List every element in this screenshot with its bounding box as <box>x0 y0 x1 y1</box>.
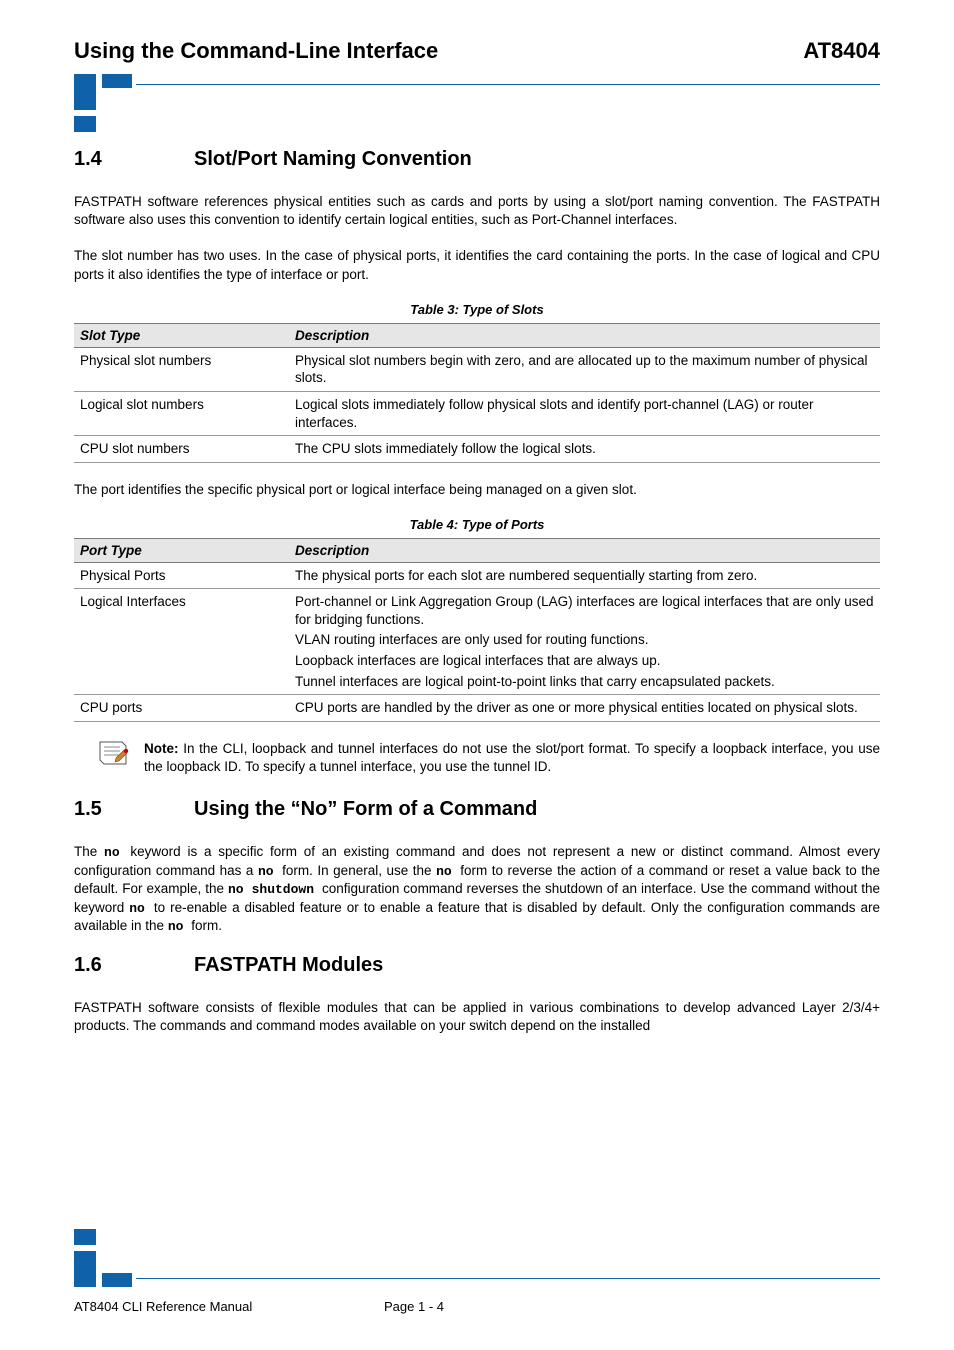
brand-logo-icon <box>74 1229 132 1287</box>
slot-type-cell: Physical slot numbers <box>74 347 289 391</box>
description-cell: Port-channel or Link Aggregation Group (… <box>289 589 880 695</box>
body-paragraph: The slot number has two uses. In the cas… <box>74 247 880 283</box>
description-cell: The physical ports for each slot are num… <box>289 562 880 589</box>
footer-rule <box>136 1278 880 1279</box>
section-title: FASTPATH Modules <box>194 954 383 977</box>
body-paragraph: FASTPATH software consists of flexible m… <box>74 999 880 1035</box>
table-row: CPU slot numbersThe CPU slots immediatel… <box>74 436 880 463</box>
table-header: Port Type <box>74 538 289 562</box>
table-row: Physical slot numbersPhysical slot numbe… <box>74 347 880 391</box>
description-cell: Logical slots immediately follow physica… <box>289 391 880 435</box>
keyword-no: no <box>168 919 191 934</box>
slots-table: Slot Type Description Physical slot numb… <box>74 323 880 463</box>
section-heading-1-4: 1.4 Slot/Port Naming Convention <box>74 148 880 171</box>
note-block: Note: In the CLI, loopback and tunnel in… <box>96 740 880 776</box>
section-heading-1-6: 1.6 FASTPATH Modules <box>74 954 880 977</box>
description-cell: The CPU slots immediately follow the log… <box>289 436 880 463</box>
keyword-no-shutdown: no shutdown <box>228 882 322 897</box>
table-header: Slot Type <box>74 323 289 347</box>
note-icon <box>96 740 130 770</box>
body-paragraph: FASTPATH software references physical en… <box>74 193 880 229</box>
header-logo-area <box>74 74 880 136</box>
keyword-no: no <box>436 864 460 879</box>
keyword-no: no <box>258 864 282 879</box>
table-header: Description <box>289 323 880 347</box>
header-rule <box>136 84 880 85</box>
note-label: Note: <box>144 741 179 756</box>
footer-logo-area <box>74 1229 880 1289</box>
note-text: Note: In the CLI, loopback and tunnel in… <box>144 740 880 776</box>
keyword-no: no <box>104 845 130 860</box>
port-type-cell: Logical Interfaces <box>74 589 289 695</box>
table-row: Physical PortsThe physical ports for eac… <box>74 562 880 589</box>
table-row: CPU portsCPU ports are handled by the dr… <box>74 695 880 722</box>
table-caption: Table 4: Type of Ports <box>74 517 880 532</box>
slot-type-cell: CPU slot numbers <box>74 436 289 463</box>
chapter-title: Using the Command-Line Interface <box>74 38 438 64</box>
footer-page-number: Page 1 - 4 <box>384 1299 444 1314</box>
table-row: Logical InterfacesPort-channel or Link A… <box>74 589 880 695</box>
body-paragraph: The no keyword is a specific form of an … <box>74 843 880 936</box>
table-caption: Table 3: Type of Slots <box>74 302 880 317</box>
section-title: Using the “No” Form of a Command <box>194 798 537 821</box>
port-type-cell: Physical Ports <box>74 562 289 589</box>
body-paragraph: The port identifies the specific physica… <box>74 481 880 499</box>
description-cell: CPU ports are handled by the driver as o… <box>289 695 880 722</box>
ports-table: Port Type Description Physical PortsThe … <box>74 538 880 722</box>
brand-logo-icon <box>74 74 132 132</box>
section-number: 1.5 <box>74 798 194 821</box>
table-row: Logical slot numbersLogical slots immedi… <box>74 391 880 435</box>
description-cell: Physical slot numbers begin with zero, a… <box>289 347 880 391</box>
page-header: Using the Command-Line Interface AT8404 <box>74 38 880 64</box>
note-body: In the CLI, loopback and tunnel interfac… <box>144 741 880 774</box>
section-heading-1-5: 1.5 Using the “No” Form of a Command <box>74 798 880 821</box>
keyword-no: no <box>129 901 154 916</box>
section-title: Slot/Port Naming Convention <box>194 148 472 171</box>
product-model: AT8404 <box>803 38 880 64</box>
section-number: 1.6 <box>74 954 194 977</box>
slot-type-cell: Logical slot numbers <box>74 391 289 435</box>
footer-manual-title: AT8404 CLI Reference Manual <box>74 1299 384 1314</box>
page-footer: AT8404 CLI Reference Manual Page 1 - 4 <box>74 1229 880 1314</box>
table-header: Description <box>289 538 880 562</box>
section-number: 1.4 <box>74 148 194 171</box>
port-type-cell: CPU ports <box>74 695 289 722</box>
